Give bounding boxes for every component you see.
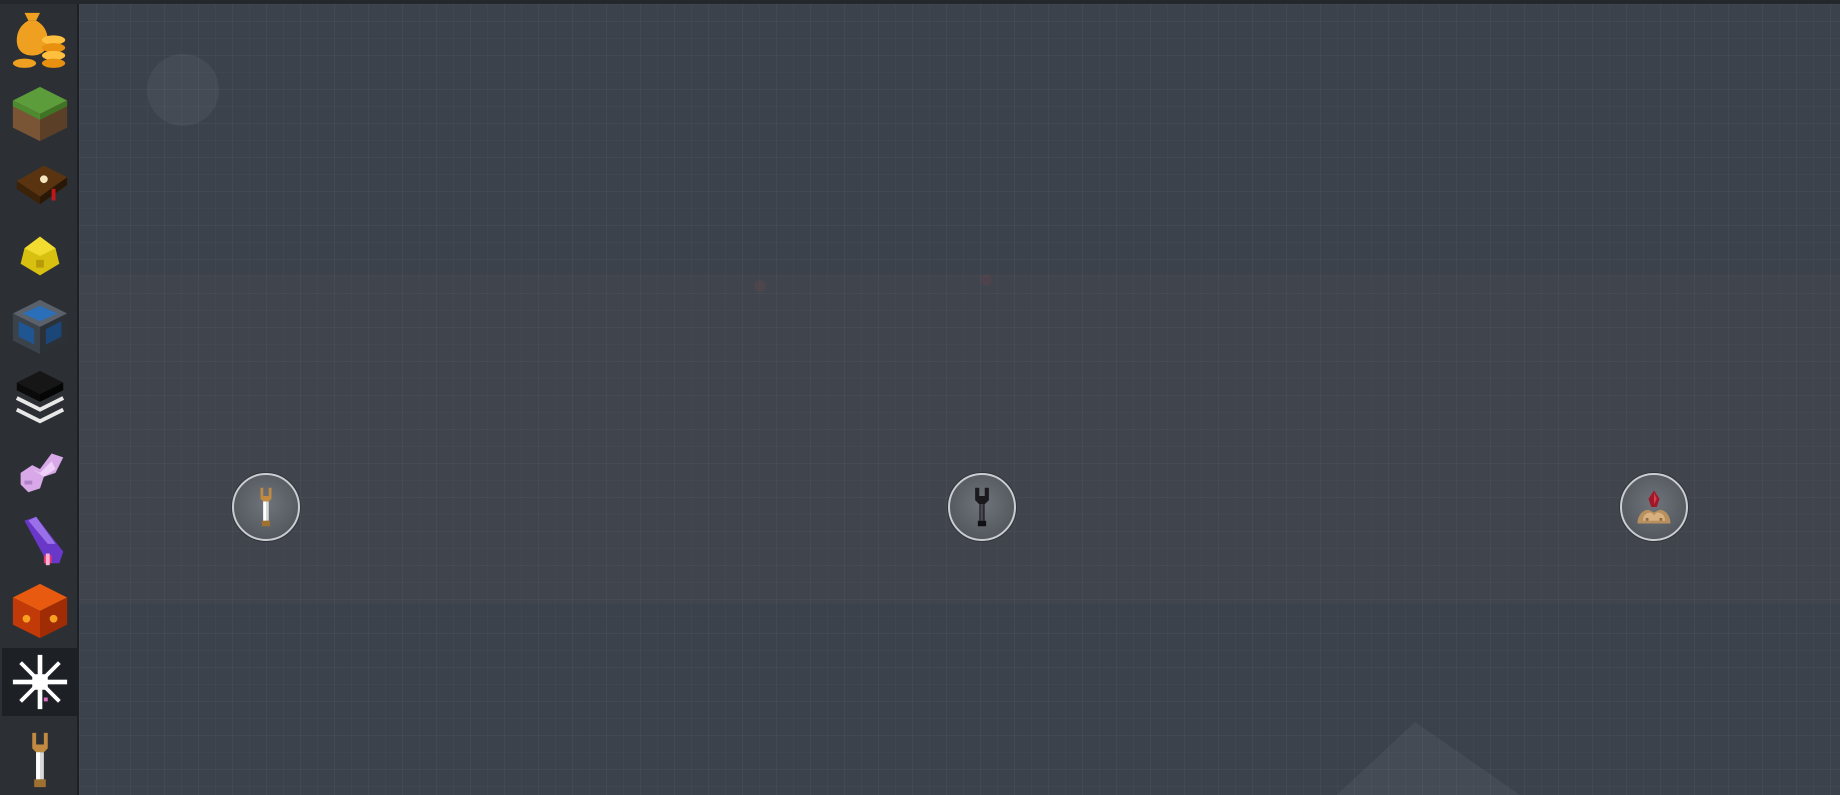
category-sidebar	[0, 4, 79, 795]
background-decor	[147, 54, 1521, 795]
coin-bag-icon	[12, 12, 66, 68]
tab-layered-cube[interactable]	[6, 364, 74, 432]
research-node-bronze-tool[interactable]	[232, 473, 300, 541]
layered-cube-icon	[15, 370, 65, 424]
research-node-dark-tool[interactable]	[948, 473, 1016, 541]
research-tree-canvas[interactable]	[79, 4, 1840, 795]
machine-block-icon	[12, 299, 68, 355]
purple-wand-icon	[24, 516, 64, 566]
pink-crystal-icon	[20, 453, 64, 493]
tab-enchanted-book[interactable]	[6, 151, 74, 219]
tab-bronze-tool[interactable]	[6, 726, 74, 794]
tab-lava-block[interactable]	[6, 577, 74, 645]
tab-pink-crystal[interactable]	[6, 435, 74, 503]
enchanted-book-icon	[16, 165, 68, 205]
tab-machine-block[interactable]	[6, 293, 74, 361]
research-node-ore-pile[interactable]	[1620, 473, 1688, 541]
bronze-tool-icon	[260, 487, 272, 527]
dark-tool-icon	[975, 487, 989, 527]
glowstone-dust-icon	[20, 236, 60, 276]
tab-purple-wand[interactable]	[6, 506, 74, 574]
tab-grass-block[interactable]	[6, 80, 74, 148]
bronze-tool-icon	[32, 732, 48, 788]
tab-glowstone-dust[interactable]	[6, 222, 74, 290]
white-starburst-icon	[12, 654, 68, 710]
tab-white-starburst[interactable]	[2, 648, 78, 716]
ore-pile-icon	[1637, 490, 1671, 524]
lava-block-icon	[12, 583, 68, 639]
grass-block-icon	[12, 86, 68, 142]
tab-coin-bag[interactable]	[6, 6, 74, 74]
